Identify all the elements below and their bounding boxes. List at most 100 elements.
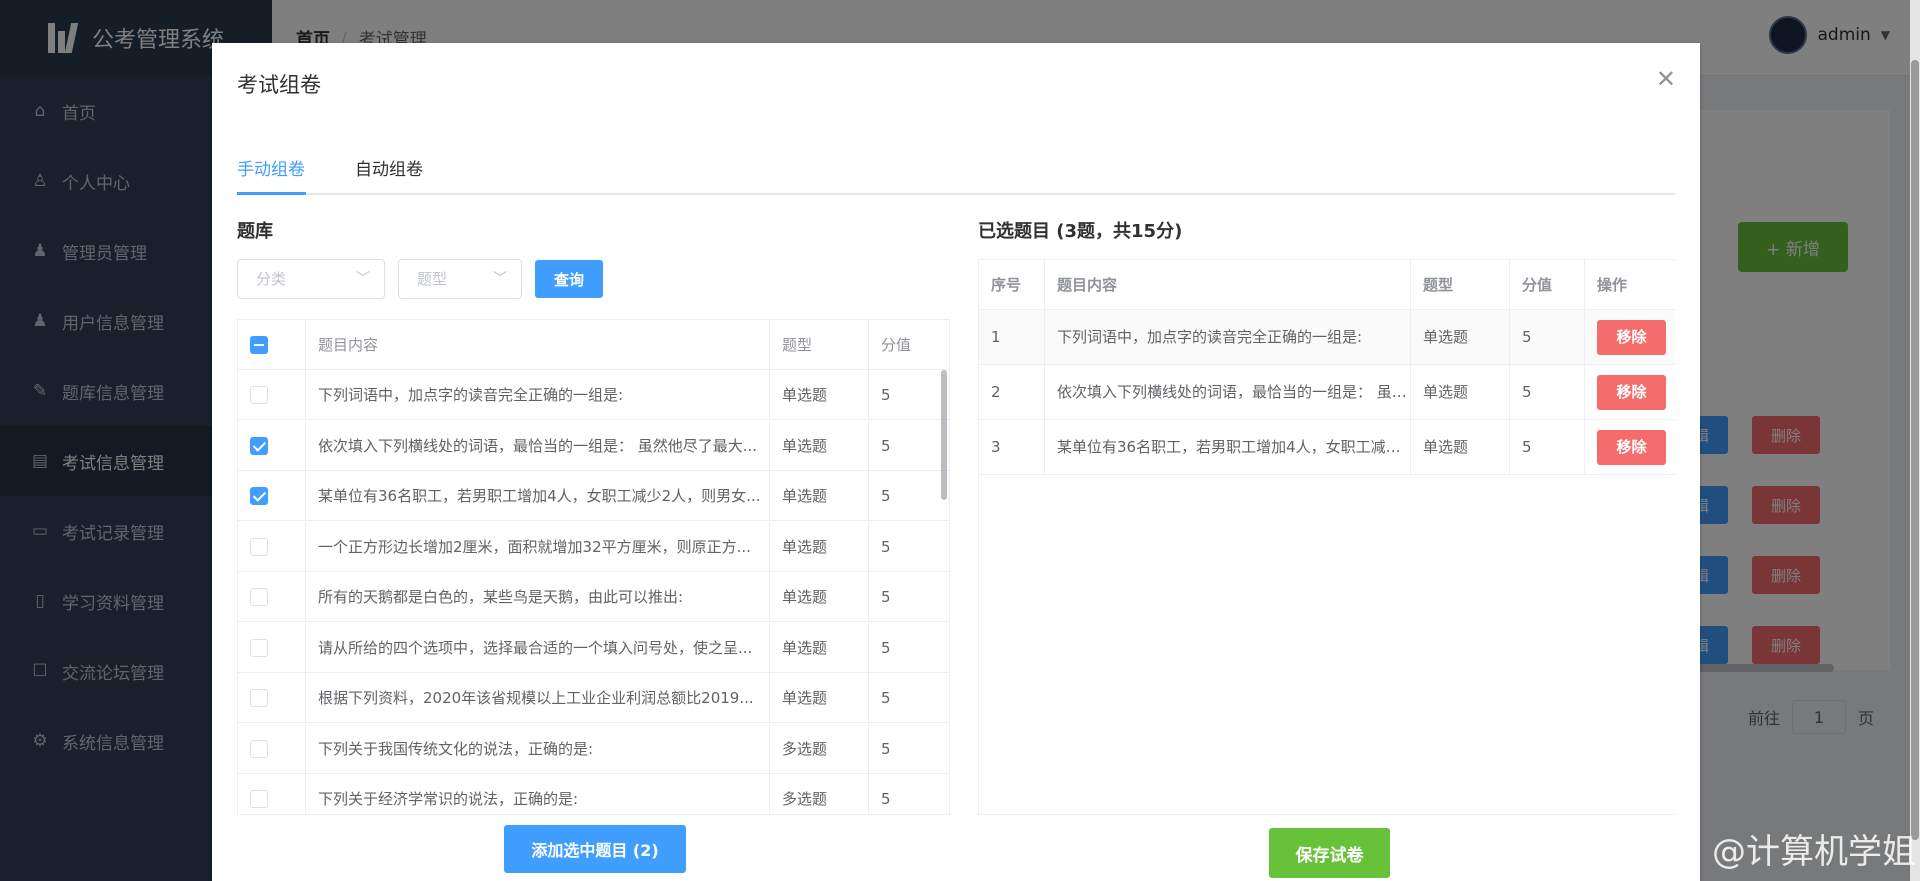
add-selected-button[interactable]: 添加选中题目 (2) bbox=[504, 825, 686, 873]
watermark: CSDN @计算机学姐 bbox=[1604, 832, 1916, 872]
header-content: 题目内容 bbox=[1045, 260, 1411, 310]
type-placeholder: 题型 bbox=[417, 270, 448, 288]
question-content: 某单位有36名职工，若男职工增加4人，女职工减少2人，则男女... bbox=[1045, 420, 1411, 475]
table-row: 2依次填入下列横线处的词语，最恰当的一组是： 虽然他尽了最大...单选题5 移除 bbox=[979, 365, 1675, 420]
table-row[interactable]: 请从所给的四个选项中，选择最合适的一个填入问号处，使之呈... 单选题 5 bbox=[238, 622, 949, 673]
query-button[interactable]: 查询 bbox=[535, 260, 603, 298]
header-type: 题型 bbox=[1411, 260, 1510, 310]
question-content: 下列关于我国传统文化的说法，正确的是: bbox=[306, 723, 770, 774]
question-type: 单选题 bbox=[770, 420, 869, 471]
question-type: 多选题 bbox=[770, 723, 869, 774]
table-row[interactable]: 所有的天鹅都是白色的，某些鸟是天鹅，由此可以推出: 单选题 5 bbox=[238, 572, 949, 622]
header-content: 题目内容 bbox=[306, 320, 770, 370]
selected-title: 已选题目 (3题，共15分) bbox=[978, 221, 1183, 242]
question-content: 下列词语中，加点字的读音完全正确的一组是: bbox=[306, 370, 770, 420]
row-checkbox[interactable] bbox=[250, 537, 268, 556]
question-content: 某单位有36名职工，若男职工增加4人，女职工减少2人，则男女... bbox=[306, 471, 770, 521]
op-cell: 移除 bbox=[1585, 365, 1675, 420]
header-op: 操作 bbox=[1597, 276, 1628, 294]
question-type: 单选题 bbox=[770, 471, 869, 521]
question-score: 5 bbox=[881, 739, 891, 758]
row-checkbox[interactable] bbox=[250, 790, 268, 808]
remove-button[interactable]: 移除 bbox=[1597, 430, 1666, 465]
question-bank-table: 题目内容 题型 分值 下列词语中，加点字的读音完全正确的一组是: 单选题 5 依次填入… bbox=[237, 319, 950, 815]
checkbox-cell bbox=[238, 723, 306, 774]
chevron-down-icon: ﹀ bbox=[356, 271, 370, 287]
question-type: 单选题 bbox=[1411, 365, 1510, 420]
row-checkbox[interactable] bbox=[250, 689, 268, 707]
question-type: 单选题 bbox=[770, 673, 869, 723]
category-placeholder: 分类 bbox=[256, 270, 287, 288]
checkbox-cell bbox=[238, 370, 306, 420]
table-row[interactable]: 一个正方形边长增加2厘米，面积就增加32平方厘米，则原正方... 单选题 5 bbox=[238, 521, 949, 572]
question-type: 单选题 bbox=[770, 622, 869, 673]
dialog-title: 考试组卷 bbox=[237, 73, 321, 97]
question-score: 5 bbox=[1510, 310, 1585, 365]
exam-compose-dialog: 考试组卷 ✕ 手动组卷 自动组卷 题库 已选题目 (3题，共15分) 分类 ﹀ … bbox=[212, 43, 1700, 881]
question-score: 5 bbox=[881, 537, 891, 556]
checkbox-cell bbox=[238, 673, 306, 723]
table-row[interactable]: 下列词语中，加点字的读音完全正确的一组是: 单选题 5 bbox=[238, 370, 949, 420]
table-row[interactable]: 某单位有36名职工，若男职工增加4人，女职工减少2人，则男女... 单选题 5 bbox=[238, 471, 949, 521]
table-row[interactable]: 下列关于经济学常识的说法，正确的是: 多选题 5 bbox=[238, 774, 949, 814]
op-cell: 移除 bbox=[1585, 420, 1675, 475]
page-scrollbar[interactable] bbox=[1910, 0, 1920, 881]
question-content: 依次填入下列横线处的词语，最恰当的一组是： 虽然他尽了最大... bbox=[306, 420, 770, 471]
row-checkbox[interactable] bbox=[250, 588, 268, 606]
tabs: 手动组卷 自动组卷 bbox=[237, 155, 1675, 195]
checkbox-cell bbox=[238, 521, 306, 572]
header-score: 分值 bbox=[1510, 260, 1585, 310]
row-checkbox[interactable] bbox=[250, 638, 268, 657]
question-no: 3 bbox=[979, 420, 1045, 475]
type-select[interactable]: 题型 ﹀ bbox=[398, 259, 522, 299]
remove-button[interactable]: 移除 bbox=[1597, 320, 1666, 355]
question-score: 5 bbox=[881, 487, 891, 505]
bank-table-scrollbar[interactable] bbox=[941, 370, 947, 500]
row-checkbox[interactable] bbox=[250, 739, 268, 758]
chevron-down-icon: ﹀ bbox=[493, 271, 507, 287]
question-score: 5 bbox=[881, 790, 891, 808]
select-all-checkbox[interactable] bbox=[250, 336, 268, 354]
question-content: 下列词语中，加点字的读音完全正确的一组是: bbox=[1045, 310, 1411, 365]
selected-questions-table: 序号 题目内容 题型 分值 操作 1 下列词语中，加点字的读音完全正确的一组是: 单… bbox=[978, 259, 1675, 815]
checkbox-cell bbox=[238, 420, 306, 471]
op-cell: 移除 bbox=[1585, 310, 1675, 365]
header-score: 分值 bbox=[881, 336, 912, 354]
checkbox-cell bbox=[238, 572, 306, 622]
close-icon[interactable]: ✕ bbox=[1656, 65, 1676, 93]
save-paper-button[interactable]: 保存试卷 bbox=[1269, 828, 1390, 878]
table-row[interactable]: 下列关于我国传统文化的说法，正确的是: 多选题 5 bbox=[238, 723, 949, 774]
row-checkbox[interactable] bbox=[250, 487, 268, 505]
question-score: 5 bbox=[1510, 420, 1585, 475]
category-select[interactable]: 分类 ﹀ bbox=[237, 259, 385, 299]
question-type: 单选题 bbox=[1411, 310, 1510, 365]
table-header: 序号 题目内容 题型 分值 操作 bbox=[979, 260, 1675, 310]
tab-manual[interactable]: 手动组卷 bbox=[237, 155, 305, 195]
row-checkbox[interactable] bbox=[250, 386, 268, 404]
table-header: 题目内容 题型 分值 bbox=[238, 320, 949, 370]
question-content: 根据下列资料，2020年该省规模以上工业企业利润总额比2019... bbox=[306, 673, 770, 723]
checkbox-cell bbox=[238, 622, 306, 673]
row-checkbox[interactable] bbox=[250, 436, 268, 455]
page-scrollbar-thumb[interactable] bbox=[1911, 60, 1919, 840]
question-score: 5 bbox=[881, 689, 891, 707]
question-type: 单选题 bbox=[1411, 420, 1510, 475]
question-content: 所有的天鹅都是白色的，某些鸟是天鹅，由此可以推出: bbox=[306, 572, 770, 622]
question-content: 请从所给的四个选项中，选择最合适的一个填入问号处，使之呈... bbox=[306, 622, 770, 673]
question-content: 下列关于经济学常识的说法，正确的是: bbox=[306, 774, 770, 814]
question-no: 1 bbox=[979, 310, 1045, 365]
header-no: 序号 bbox=[979, 260, 1045, 310]
table-row[interactable]: 依次填入下列横线处的词语，最恰当的一组是： 虽然他尽了最大... 单选题 5 bbox=[238, 420, 949, 471]
question-score: 5 bbox=[881, 638, 891, 657]
question-score: 5 bbox=[881, 588, 891, 606]
question-type: 单选题 bbox=[770, 572, 869, 622]
question-type: 单选题 bbox=[770, 521, 869, 572]
remove-button[interactable]: 移除 bbox=[1597, 375, 1666, 410]
tab-auto[interactable]: 自动组卷 bbox=[355, 155, 423, 195]
checkbox-cell bbox=[238, 774, 306, 814]
question-score: 5 bbox=[881, 386, 891, 404]
bank-title: 题库 bbox=[237, 221, 273, 242]
table-row[interactable]: 根据下列资料，2020年该省规模以上工业企业利润总额比2019... 单选题 5 bbox=[238, 673, 949, 723]
question-no: 2 bbox=[979, 365, 1045, 420]
question-type: 单选题 bbox=[770, 370, 869, 420]
